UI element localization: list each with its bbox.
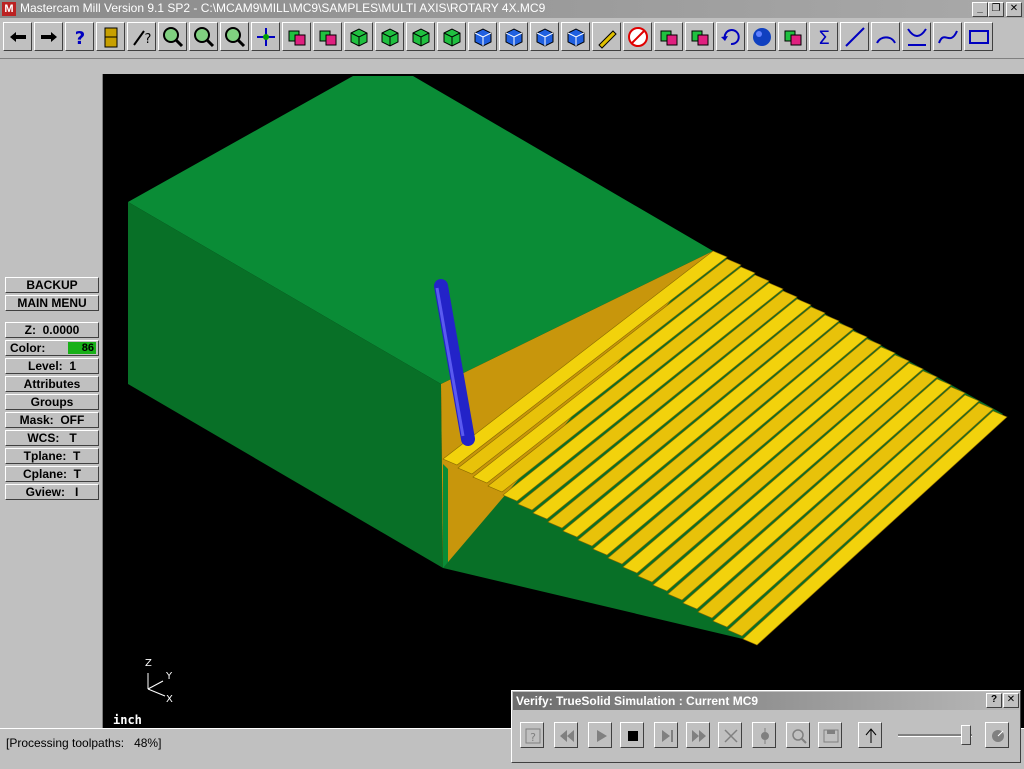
axis-z-label: Z <box>145 658 152 669</box>
zoom-scale-icon[interactable] <box>220 22 249 51</box>
attributes-button[interactable]: Attributes <box>5 376 99 392</box>
iso-view-icon[interactable] <box>437 22 466 51</box>
toolbar: ?? Σ <box>0 18 1024 58</box>
backup-button[interactable]: BACKUP <box>5 277 99 293</box>
gview-button[interactable]: Gview: I <box>5 484 99 500</box>
play-icon[interactable] <box>588 722 612 748</box>
level-icon[interactable] <box>778 22 807 51</box>
speed-slider-thumb[interactable] <box>961 725 971 745</box>
rewind-icon[interactable] <box>554 722 578 748</box>
color-button[interactable]: Color: 86 <box>5 340 99 356</box>
line-icon[interactable] <box>840 22 869 51</box>
backup-label: BACKUP <box>26 278 78 292</box>
z-depth-button[interactable]: Z: 0.0000 <box>5 322 99 338</box>
fillet-icon[interactable] <box>902 22 931 51</box>
title-bar: M Mastercam Mill Version 9.1 SP2 - C:\MC… <box>0 0 1024 18</box>
no-entry-icon[interactable] <box>623 22 652 51</box>
back-arrow-icon[interactable] <box>3 22 32 51</box>
units-label: inch <box>113 713 142 727</box>
restore-button[interactable]: ❐ <box>988 2 1004 17</box>
cube-view-3-icon[interactable] <box>530 22 559 51</box>
pan-icon[interactable] <box>251 22 280 51</box>
graphics-viewport[interactable]: Z Y X inch <box>103 74 1024 728</box>
sidebar-menu: BACKUP MAIN MENU Z: 0.0000 Color: 86 Lev… <box>0 74 103 728</box>
forward-arrow-icon[interactable] <box>34 22 63 51</box>
status-text: [Processing toolpaths: 48%] <box>6 736 162 750</box>
verify-dialog: Verify: TrueSolid Simulation : Current M… <box>511 690 1021 763</box>
tplane-label: Tplane: T <box>23 449 81 463</box>
wcs-button[interactable]: WCS: T <box>5 430 99 446</box>
app-icon[interactable]: M <box>2 2 16 16</box>
color-label: Color: <box>10 341 46 355</box>
window-title: Mastercam Mill Version 9.1 SP2 - C:\MCAM… <box>20 1 546 15</box>
verify-title: Verify: TrueSolid Simulation : Current M… <box>516 694 759 708</box>
fast-forward-icon[interactable] <box>686 722 710 748</box>
zoom-out-icon[interactable] <box>189 22 218 51</box>
side-view-icon[interactable] <box>406 22 435 51</box>
speed-icon[interactable] <box>985 722 1009 748</box>
color-swatch: 86 <box>68 342 96 354</box>
front-view-icon[interactable] <box>375 22 404 51</box>
analyze-icon[interactable]: ? <box>127 22 156 51</box>
z-depth-label: Z: 0.0000 <box>24 323 80 337</box>
mask-button[interactable]: Mask: OFF <box>5 412 99 428</box>
dynamic-rotate-icon[interactable] <box>313 22 342 51</box>
groups-button[interactable]: Groups <box>5 394 99 410</box>
undo-icon[interactable] <box>716 22 745 51</box>
multi-transform-icon[interactable] <box>685 22 714 51</box>
cplane-label: Cplane: T <box>22 467 81 481</box>
verify-help-button[interactable]: ? <box>986 693 1002 708</box>
cut-icon[interactable] <box>718 722 742 748</box>
gview-label: Gview: I <box>25 485 79 499</box>
step-icon[interactable] <box>654 722 678 748</box>
zoom-icon[interactable] <box>786 722 810 748</box>
close-button[interactable]: ✕ <box>1006 2 1022 17</box>
cube-view-4-icon[interactable] <box>561 22 590 51</box>
rectangle-icon[interactable] <box>964 22 993 51</box>
tool-display-icon[interactable] <box>752 722 776 748</box>
zoom-window-icon[interactable] <box>158 22 187 51</box>
verify-title-bar[interactable]: Verify: TrueSolid Simulation : Current M… <box>513 692 1019 710</box>
svg-text:?: ? <box>530 731 536 744</box>
cube-view-1-icon[interactable] <box>468 22 497 51</box>
stop-icon[interactable] <box>620 722 644 748</box>
options-icon[interactable]: ? <box>520 722 544 748</box>
wcs-label: WCS: T <box>27 431 77 445</box>
spline-icon[interactable] <box>933 22 962 51</box>
mask-label: Mask: OFF <box>19 413 85 427</box>
help-icon[interactable]: ? <box>65 22 94 51</box>
cplane-button[interactable]: Cplane: T <box>5 466 99 482</box>
transform-icon[interactable] <box>654 22 683 51</box>
stock-bottom-edge <box>443 464 448 568</box>
save-icon[interactable] <box>818 722 842 748</box>
axis-triad-icon <box>147 673 166 697</box>
main-menu-label: MAIN MENU <box>17 296 87 310</box>
svg-text:Σ: Σ <box>818 27 830 49</box>
top-view-icon[interactable] <box>344 22 373 51</box>
verify-close-button[interactable]: ✕ <box>1003 693 1019 708</box>
file-cabinet-icon[interactable] <box>96 22 125 51</box>
sphere-icon[interactable] <box>747 22 776 51</box>
level-label: Level: 1 <box>27 359 77 373</box>
pencil-icon[interactable] <box>592 22 621 51</box>
minimize-button[interactable]: _ <box>972 2 988 17</box>
level-button[interactable]: Level: 1 <box>5 358 99 374</box>
screen-select-icon[interactable] <box>282 22 311 51</box>
svg-text:?: ? <box>75 28 85 49</box>
tplane-button[interactable]: Tplane: T <box>5 448 99 464</box>
main-menu-button[interactable]: MAIN MENU <box>5 295 99 311</box>
sum-icon[interactable]: Σ <box>809 22 838 51</box>
stock-icon[interactable] <box>858 722 882 748</box>
toolbar-strip <box>0 58 1024 75</box>
verify-scene <box>128 76 1008 646</box>
attributes-label: Attributes <box>23 377 81 391</box>
groups-label: Groups <box>30 395 74 409</box>
arc-icon[interactable] <box>871 22 900 51</box>
cube-view-2-icon[interactable] <box>499 22 528 51</box>
svg-text:?: ? <box>145 32 152 47</box>
